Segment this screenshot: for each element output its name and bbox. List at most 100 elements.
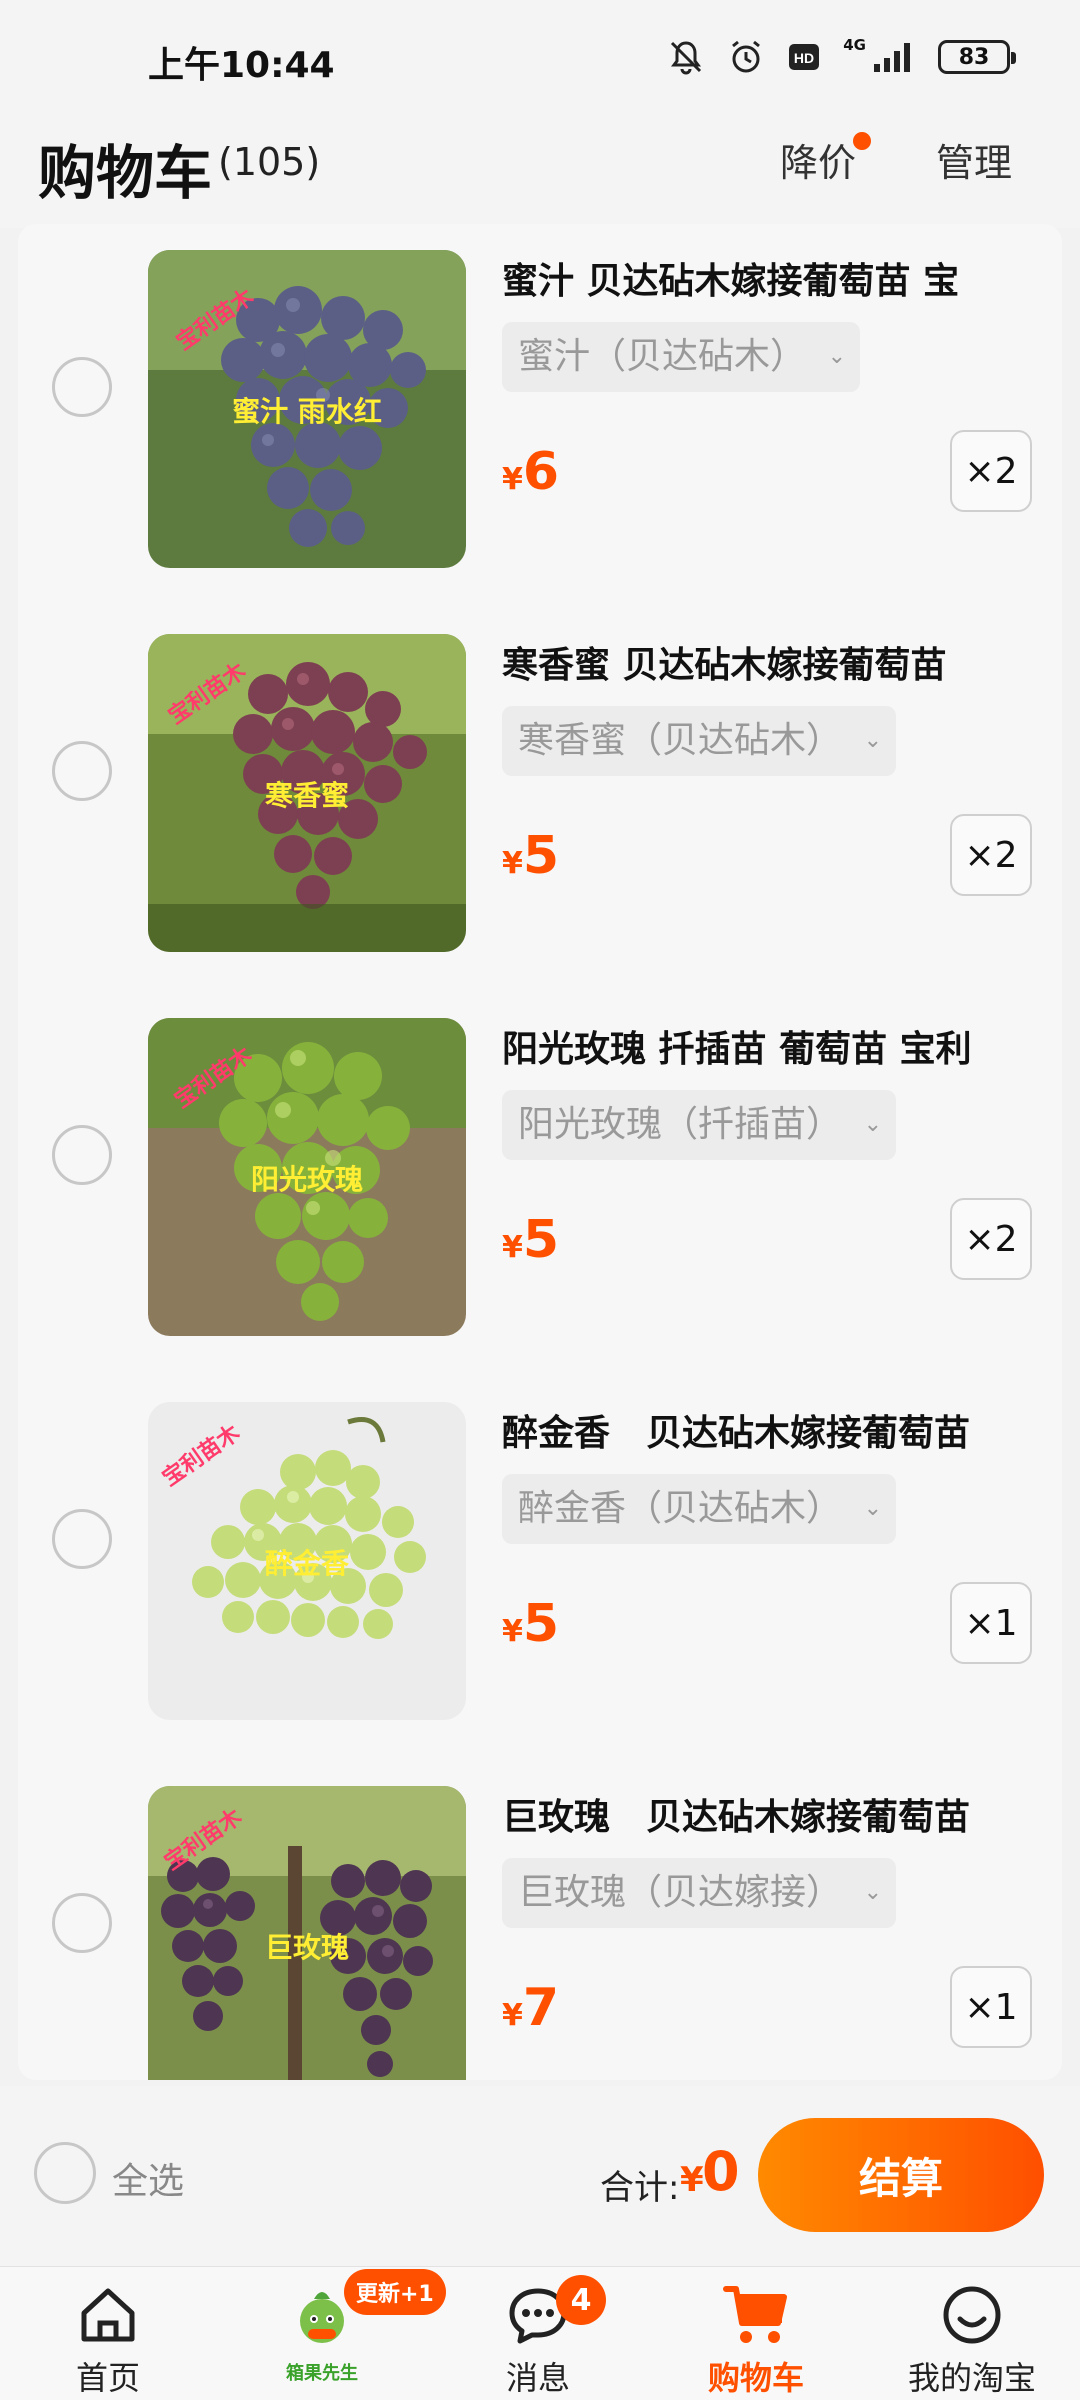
product-price: ¥5 <box>502 1210 559 1270</box>
tab-mascot-label: 箱果先生 <box>286 2363 358 2384</box>
quantity-stepper[interactable]: ×1 <box>950 1966 1032 2048</box>
quantity-stepper[interactable]: ×2 <box>950 1198 1032 1280</box>
product-title[interactable]: 寒香蜜 贝达砧木嫁接葡萄苗 <box>502 636 1042 688</box>
svg-text:HD: HD <box>794 50 814 66</box>
bottom-tab-bar: 首页 箱果先生 更新+1 消息 4 购物车 我的淘宝 <box>0 2266 1080 2400</box>
alarm-icon <box>727 38 765 76</box>
product-title[interactable]: 巨玫瑰 贝达砧木嫁接葡萄苗 <box>502 1788 1042 1840</box>
price-currency: ¥ <box>502 1998 523 2033</box>
tab-home-label: 首页 <box>75 2359 140 2397</box>
signal-icon <box>872 40 916 74</box>
cart-item[interactable]: 宝利苗木 寒香蜜 寒香蜜 贝达砧木嫁接葡萄苗 寒香蜜（贝达砧木） ⌄ ¥5 ×2 <box>18 608 1062 992</box>
product-image-label: 巨玫瑰 <box>264 1931 349 1964</box>
price-currency: ¥ <box>502 462 523 497</box>
select-all-radio[interactable] <box>34 2142 96 2204</box>
tab-mascot[interactable]: 箱果先生 更新+1 <box>222 2267 446 2400</box>
product-title[interactable]: 蜜汁 贝达砧木嫁接葡萄苗 宝 <box>502 252 1042 304</box>
chevron-down-icon: ⌄ <box>863 1496 883 1521</box>
sku-label: 蜜汁（贝达砧木） <box>518 336 807 377</box>
price-drop-dot <box>853 132 871 150</box>
item-select-radio[interactable] <box>52 1125 112 1185</box>
product-image[interactable]: 宝利苗木 蜜汁 雨水红 <box>148 250 466 568</box>
manage-button[interactable]: 管理 <box>936 132 1012 187</box>
status-bar: 上午10:44 HD 4G 83 <box>0 0 1080 118</box>
sku-selector[interactable]: 醉金香（贝达砧木） ⌄ <box>502 1474 897 1544</box>
smile-icon <box>943 2286 1001 2344</box>
price-currency: ¥ <box>502 1230 523 1265</box>
quantity-stepper[interactable]: ×2 <box>950 430 1032 512</box>
tab-cart[interactable]: 购物车 <box>656 2267 856 2400</box>
sku-label: 阳光玫瑰（扦插苗） <box>518 1104 843 1145</box>
product-image-label: 寒香蜜 <box>264 779 349 812</box>
status-icons: HD 4G 83 <box>667 36 1016 76</box>
product-price: ¥6 <box>502 442 559 502</box>
cart-list: 宝利苗木 蜜汁 雨水红 蜜汁 贝达砧木嫁接葡萄苗 宝 蜜汁（贝达砧木） ⌄ ¥6 … <box>18 224 1062 2080</box>
total-currency: ¥ <box>680 2160 704 2200</box>
checkout-button[interactable]: 结算 <box>758 2118 1044 2232</box>
price-drop-button[interactable]: 降价 <box>780 132 856 187</box>
chevron-down-icon: ⌄ <box>863 728 883 753</box>
checkout-bar: 全选 合计: ¥ 0 结算 <box>0 2086 1080 2266</box>
cart-count: (105) <box>218 140 321 184</box>
total-value: 0 <box>702 2140 740 2203</box>
quantity-stepper[interactable]: ×2 <box>950 814 1032 896</box>
total-label: 合计: <box>600 2168 680 2208</box>
tab-mine-label: 我的淘宝 <box>907 2359 1036 2397</box>
item-select-radio[interactable] <box>52 1893 112 1953</box>
product-image-label: 醉金香 <box>264 1547 349 1580</box>
product-price: ¥5 <box>502 826 559 886</box>
hd-icon: HD <box>787 40 821 74</box>
quantity-stepper[interactable]: ×1 <box>950 1582 1032 1664</box>
tab-home[interactable]: 首页 <box>8 2267 208 2400</box>
price-value: 7 <box>522 1978 560 2038</box>
sku-label: 醉金香（贝达砧木） <box>518 1488 843 1529</box>
chevron-down-icon: ⌄ <box>827 344 847 369</box>
price-currency: ¥ <box>502 1614 523 1649</box>
chevron-down-icon: ⌄ <box>863 1112 883 1137</box>
cart-item[interactable]: 宝利苗木 醉金香 醉金香 贝达砧木嫁接葡萄苗 醉金香（贝达砧木） ⌄ ¥5 ×1 <box>18 1376 1062 1760</box>
price-currency: ¥ <box>502 846 523 881</box>
price-value: 6 <box>522 442 560 502</box>
price-value: 5 <box>522 826 560 886</box>
mascot-update-badge: 更新+1 <box>344 2269 446 2315</box>
status-time: 上午10:44 <box>148 45 335 86</box>
price-value: 5 <box>522 1210 560 1270</box>
product-price: ¥7 <box>502 1978 559 2038</box>
tab-messages[interactable]: 消息 4 <box>438 2267 638 2400</box>
product-image[interactable]: 宝利苗木 寒香蜜 <box>148 634 466 952</box>
network-label: 4G <box>843 36 866 54</box>
cart-icon <box>723 2286 787 2343</box>
cart-item[interactable]: 宝利苗木 巨玫瑰 巨玫瑰 贝达砧木嫁接葡萄苗 巨玫瑰（贝达嫁接） ⌄ ¥7 ×1 <box>18 1760 1062 2080</box>
cart-item[interactable]: 宝利苗木 阳光玫瑰 阳光玫瑰 扦插苗 葡萄苗 宝利 阳光玫瑰（扦插苗） ⌄ ¥5 … <box>18 992 1062 1376</box>
cart-header: 购物车 (105) 降价 管理 <box>0 118 1080 228</box>
price-value: 5 <box>522 1594 560 1654</box>
page-title: 购物车 <box>38 139 213 207</box>
mute-icon <box>667 38 705 76</box>
tab-messages-label: 消息 <box>505 2359 570 2397</box>
item-select-radio[interactable] <box>52 357 112 417</box>
product-price: ¥5 <box>502 1594 559 1654</box>
sku-selector[interactable]: 寒香蜜（贝达砧木） ⌄ <box>502 706 897 776</box>
sku-label: 巨玫瑰（贝达嫁接） <box>518 1872 843 1913</box>
sku-selector[interactable]: 阳光玫瑰（扦插苗） ⌄ <box>502 1090 897 1160</box>
sku-label: 寒香蜜（贝达砧木） <box>518 720 843 761</box>
product-image[interactable]: 宝利苗木 醉金香 <box>148 1402 466 1720</box>
item-select-radio[interactable] <box>52 741 112 801</box>
select-all-label[interactable]: 全选 <box>112 2152 184 2204</box>
home-icon <box>81 2288 135 2342</box>
product-image[interactable]: 宝利苗木 巨玫瑰 <box>148 1786 466 2080</box>
sku-selector[interactable]: 蜜汁（贝达砧木） ⌄ <box>502 322 861 392</box>
cart-item[interactable]: 宝利苗木 蜜汁 雨水红 蜜汁 贝达砧木嫁接葡萄苗 宝 蜜汁（贝达砧木） ⌄ ¥6 … <box>18 224 1062 608</box>
product-image-label: 蜜汁 雨水红 <box>232 395 382 428</box>
product-title[interactable]: 阳光玫瑰 扦插苗 葡萄苗 宝利 <box>502 1020 1042 1072</box>
product-image[interactable]: 宝利苗木 阳光玫瑰 <box>148 1018 466 1336</box>
tab-mine[interactable]: 我的淘宝 <box>872 2267 1072 2400</box>
battery-icon: 83 <box>938 40 1016 74</box>
messages-count-badge: 4 <box>556 2275 606 2325</box>
chevron-down-icon: ⌄ <box>863 1880 883 1905</box>
product-image-label: 阳光玫瑰 <box>250 1163 363 1196</box>
product-title[interactable]: 醉金香 贝达砧木嫁接葡萄苗 <box>502 1404 1042 1456</box>
tab-cart-label: 购物车 <box>707 2359 804 2397</box>
sku-selector[interactable]: 巨玫瑰（贝达嫁接） ⌄ <box>502 1858 897 1928</box>
item-select-radio[interactable] <box>52 1509 112 1569</box>
